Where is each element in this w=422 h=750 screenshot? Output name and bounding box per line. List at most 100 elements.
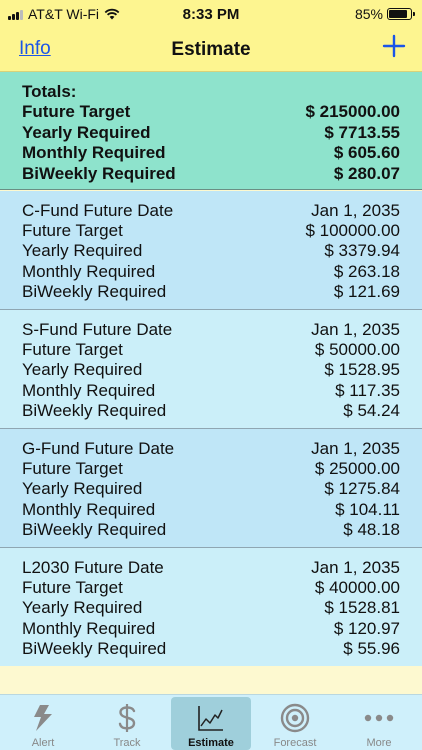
fund-value: $ 3379.94 <box>324 241 400 261</box>
target-icon <box>280 703 310 733</box>
fund-label: Yearly Required <box>22 479 143 499</box>
totals-value: $ 605.60 <box>333 143 400 162</box>
fund-label: L2030 Future Date <box>22 558 164 577</box>
fund-label: Yearly Required <box>22 360 143 380</box>
wifi-icon <box>104 8 120 20</box>
fund-section-l2030[interactable]: L2030 Future Date Jan 1, 2035 Future Targ… <box>0 548 422 667</box>
fund-value: $ 263.18 <box>333 261 400 281</box>
totals-value: $ 215000.00 <box>305 102 400 121</box>
tab-label: Estimate <box>188 737 234 749</box>
fund-label: BiWeekly Required <box>22 400 167 420</box>
battery-percent: 85% <box>354 6 383 22</box>
totals-row-monthly-required: Monthly Required $ 605.60 <box>22 143 400 164</box>
fund-label: Future Target <box>22 578 123 598</box>
totals-label: Yearly Required <box>22 122 151 142</box>
fund-label: Monthly Required <box>22 380 156 400</box>
tab-label: Forecast <box>273 737 317 749</box>
fund-label: BiWeekly Required <box>22 519 167 539</box>
fund-row: Future Target $ 40000.00 <box>22 578 400 598</box>
fund-label: Monthly Required <box>22 261 156 281</box>
fund-row: C-Fund Future Date Jan 1, 2035 <box>22 201 400 221</box>
totals-heading: Totals: <box>22 82 77 101</box>
dollar-icon <box>116 703 138 733</box>
fund-row: BiWeekly Required $ 121.69 <box>22 282 400 302</box>
fund-value: $ 1275.84 <box>324 479 400 499</box>
fund-label: Future Target <box>22 340 123 360</box>
totals-label: Future Target <box>22 102 131 121</box>
fund-label: BiWeekly Required <box>22 638 167 658</box>
fund-row: BiWeekly Required $ 55.96 <box>22 639 400 659</box>
more-icon <box>364 703 394 733</box>
tab-more[interactable]: More <box>339 697 419 750</box>
battery-fill <box>389 10 407 18</box>
tab-label: More <box>366 737 392 749</box>
totals-section: Totals: Future Target $ 215000.00 Yearly… <box>0 72 422 190</box>
tab-track[interactable]: Track <box>87 697 167 750</box>
fund-value: Jan 1, 2035 <box>311 320 400 339</box>
lightning-icon <box>30 703 56 733</box>
fund-row: Yearly Required $ 1528.81 <box>22 598 400 618</box>
fund-value: $ 54.24 <box>343 400 400 420</box>
fund-value: $ 48.18 <box>343 519 400 539</box>
info-link[interactable]: Info <box>19 38 51 60</box>
page-title: Estimate <box>171 38 251 60</box>
fund-row: Yearly Required $ 1528.95 <box>22 360 400 380</box>
fund-section-c-fund[interactable]: C-Fund Future Date Jan 1, 2035 Future Tar… <box>0 191 422 310</box>
status-bar: AT&T Wi-Fi 8:33 PM 85% <box>0 0 422 28</box>
fund-row: Future Target $ 25000.00 <box>22 459 400 479</box>
fund-row: S-Fund Future Date Jan 1, 2035 <box>22 320 400 340</box>
totals-label: Monthly Required <box>22 143 166 162</box>
empty-list-area <box>0 666 422 694</box>
fund-label: Yearly Required <box>22 598 143 618</box>
tab-forecast[interactable]: Forecast <box>255 697 335 750</box>
fund-label: Future Target <box>22 459 123 479</box>
fund-value: Jan 1, 2035 <box>311 558 400 577</box>
tab-estimate[interactable]: Estimate <box>171 697 251 750</box>
fund-value: $ 1528.95 <box>324 360 400 380</box>
fund-row: Future Target $ 50000.00 <box>22 340 400 360</box>
totals-row-biweekly-required: BiWeekly Required $ 280.07 <box>22 164 400 185</box>
fund-value: $ 25000.00 <box>314 459 400 479</box>
status-right: 85% <box>354 6 415 22</box>
fund-row: Monthly Required $ 120.97 <box>22 619 400 639</box>
fund-row: Yearly Required $ 1275.84 <box>22 479 400 499</box>
fund-value: $ 55.96 <box>343 638 400 658</box>
cellular-signal-icon <box>8 9 23 20</box>
chart-icon <box>197 703 225 733</box>
fund-row: Monthly Required $ 117.35 <box>22 381 400 401</box>
fund-value: Jan 1, 2035 <box>311 201 400 220</box>
fund-label: G-Fund Future Date <box>22 439 175 458</box>
fund-row: G-Fund Future Date Jan 1, 2035 <box>22 439 400 459</box>
status-left: AT&T Wi-Fi <box>8 6 120 22</box>
fund-label: Future Target <box>22 221 123 241</box>
fund-section-s-fund[interactable]: S-Fund Future Date Jan 1, 2035 Future Tar… <box>0 310 422 429</box>
tab-bar: Alert Track Estimate Forecast More <box>0 694 422 750</box>
navigation-bar: Info Estimate <box>0 28 422 72</box>
fund-row: Yearly Required $ 3379.94 <box>22 241 400 261</box>
fund-value: $ 120.97 <box>333 618 400 638</box>
fund-row: Monthly Required $ 263.18 <box>22 262 400 282</box>
fund-value: $ 100000.00 <box>305 221 400 241</box>
totals-value: $ 7713.55 <box>324 122 400 142</box>
fund-value: $ 121.69 <box>333 281 400 301</box>
fund-label: Monthly Required <box>22 499 156 519</box>
fund-value: $ 50000.00 <box>314 340 400 360</box>
totals-value: $ 280.07 <box>333 163 400 183</box>
totals-label: BiWeekly Required <box>22 163 176 183</box>
fund-row: BiWeekly Required $ 54.24 <box>22 401 400 421</box>
tab-label: Track <box>113 737 141 749</box>
carrier-label: AT&T Wi-Fi <box>28 6 100 22</box>
fund-value: $ 40000.00 <box>314 578 400 598</box>
fund-label: Monthly Required <box>22 618 156 638</box>
fund-row: Monthly Required $ 104.11 <box>22 500 400 520</box>
plus-icon[interactable] <box>382 34 406 58</box>
totals-row-future-target: Future Target $ 215000.00 <box>22 102 400 123</box>
totals-row-yearly-required: Yearly Required $ 7713.55 <box>22 123 400 144</box>
fund-row: Future Target $ 100000.00 <box>22 221 400 241</box>
fund-section-g-fund[interactable]: G-Fund Future Date Jan 1, 2035 Future Tar… <box>0 429 422 548</box>
fund-value: $ 104.11 <box>335 499 400 519</box>
tab-alert[interactable]: Alert <box>3 697 83 750</box>
fund-label: C-Fund Future Date <box>22 201 174 220</box>
fund-value: $ 117.35 <box>335 380 400 400</box>
tab-label: Alert <box>31 737 55 749</box>
